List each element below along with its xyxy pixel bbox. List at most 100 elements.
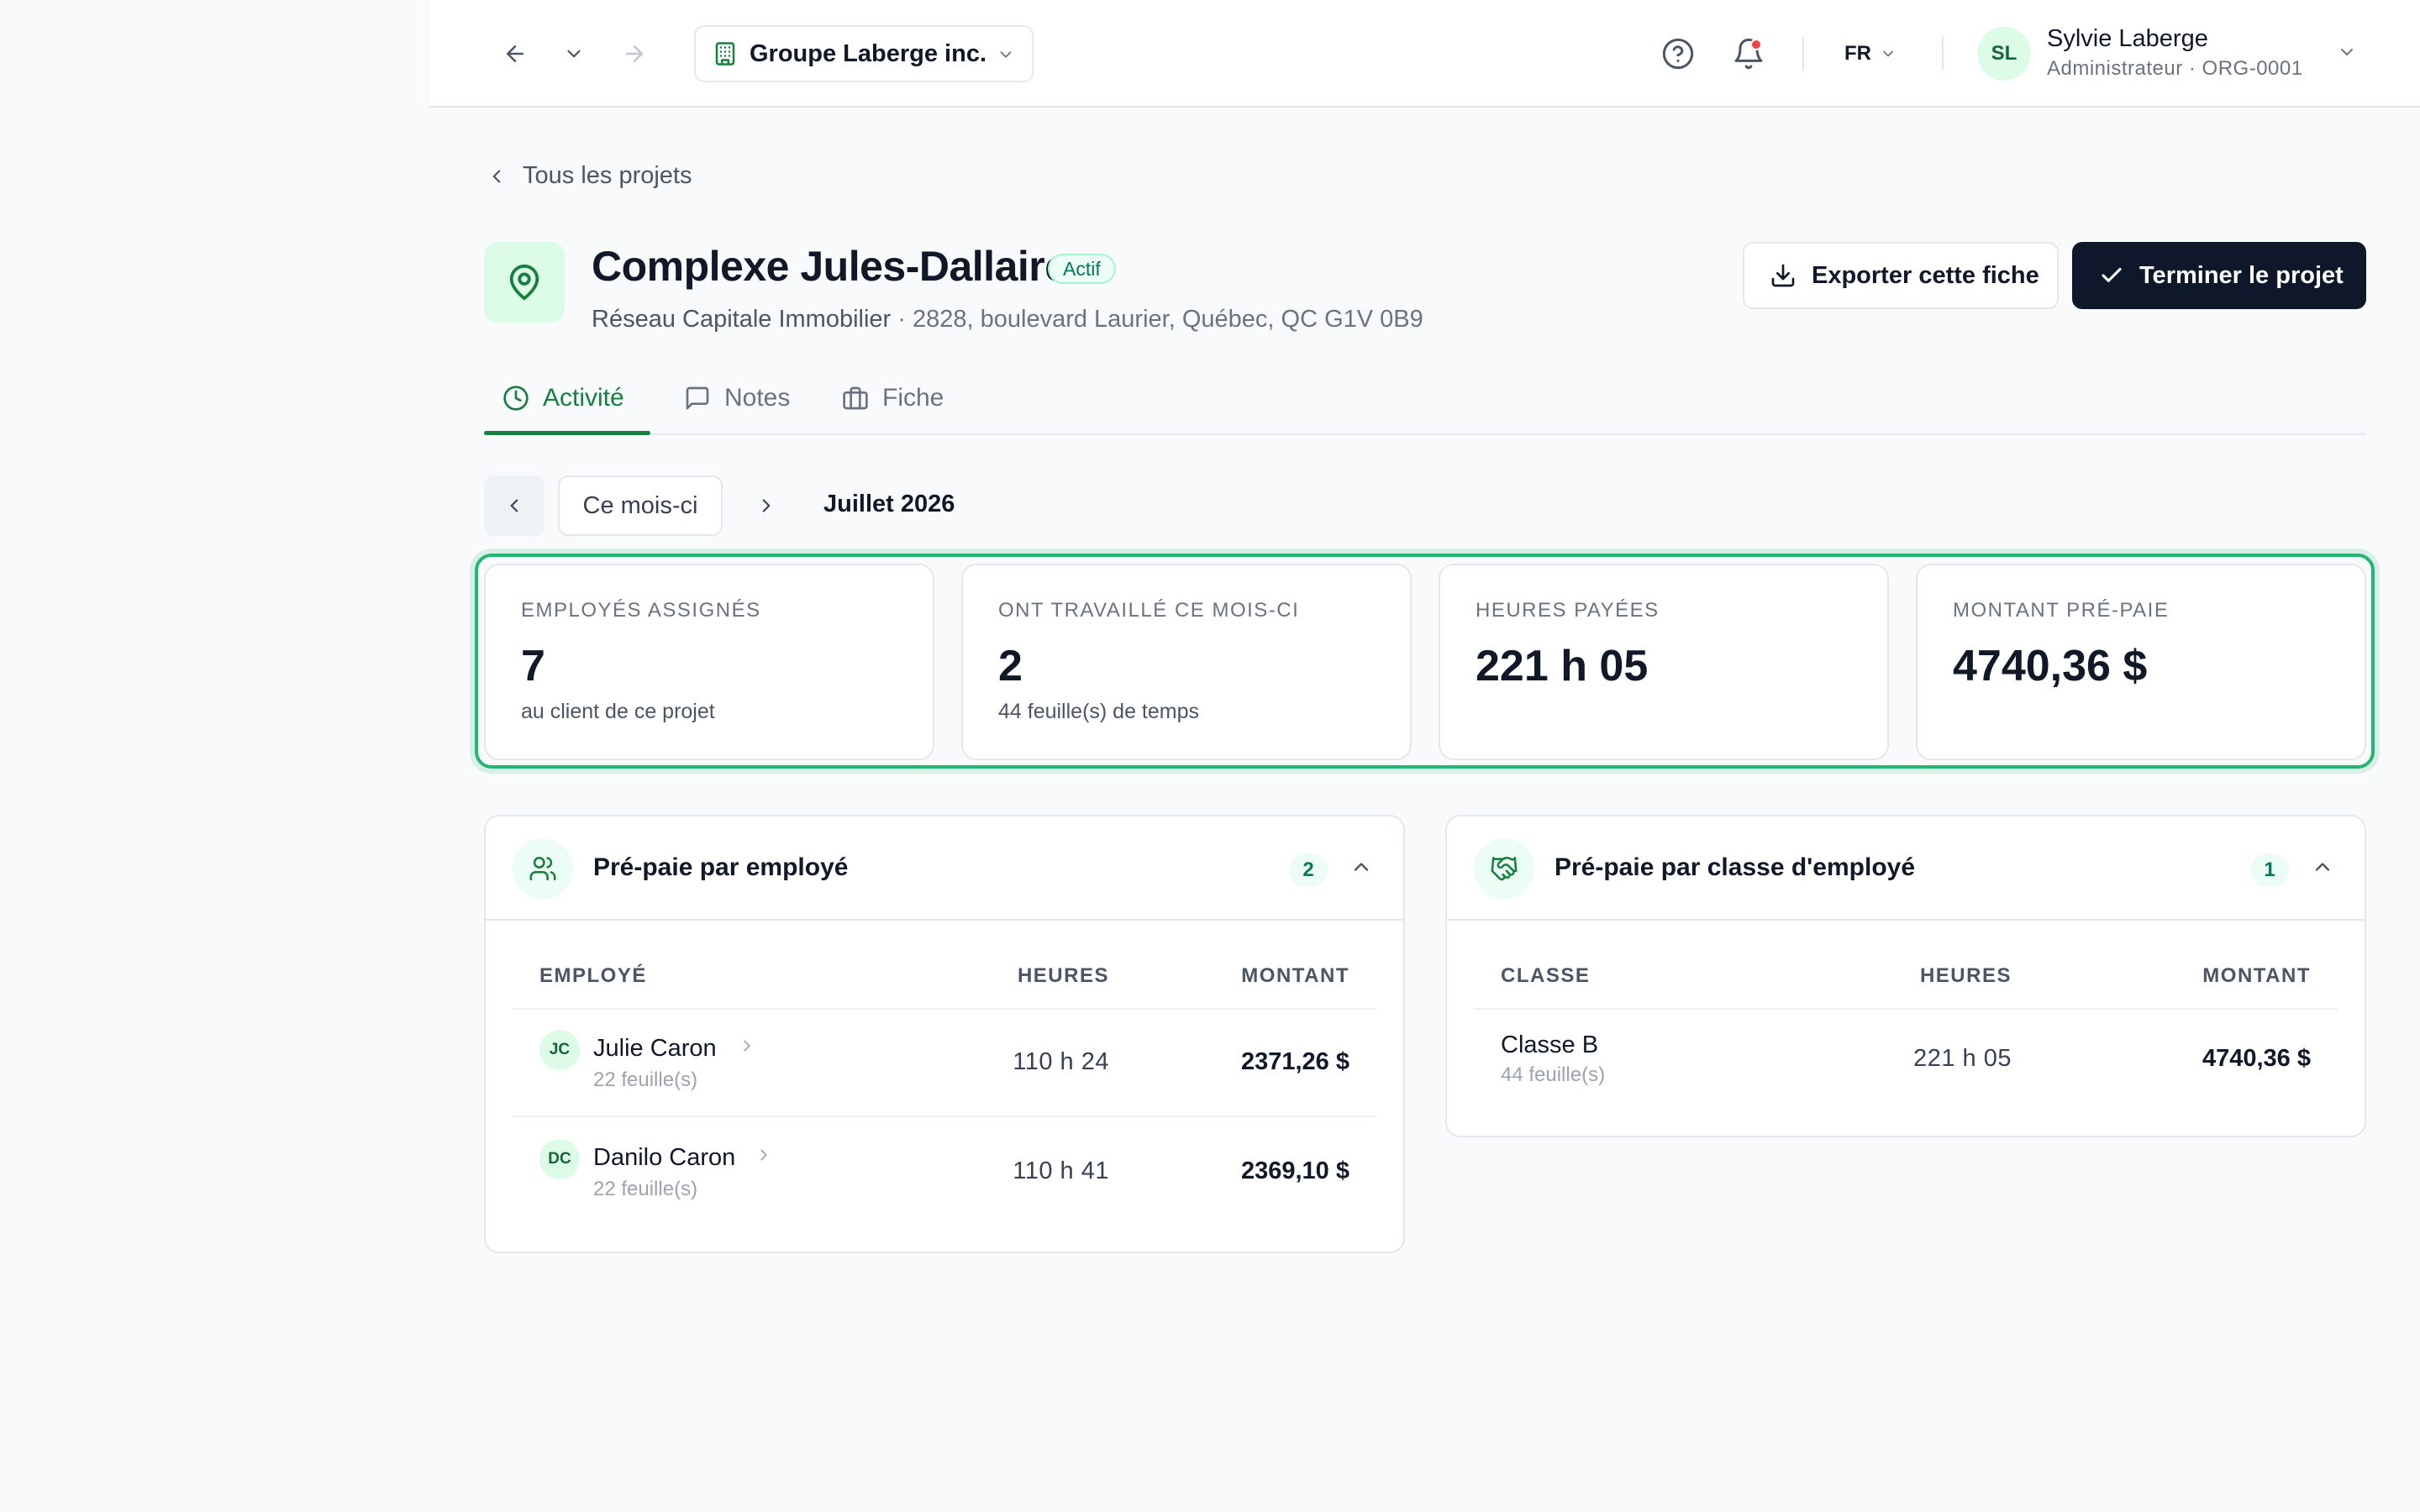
stat-card-amount: MONTANT PRÉ-PAIE 4740,36 $ (1916, 564, 2366, 760)
user-name[interactable]: Sylvie Laberge (2047, 25, 2208, 53)
employee-name[interactable]: Danilo Caron (593, 1144, 735, 1172)
avatar: DC (539, 1139, 580, 1179)
employee-name[interactable]: Julie Caron (593, 1035, 717, 1063)
stat-value: 2 (998, 642, 1023, 690)
amount-value: 2371,26 $ (1240, 1048, 1349, 1075)
stat-sub: 44 feuille(s) de temps (998, 700, 1200, 723)
hours-value: 110 h 41 (1013, 1158, 1109, 1184)
briefcase-icon (842, 385, 869, 412)
building-icon (713, 41, 738, 66)
check-icon (2099, 263, 2124, 288)
prepay-by-employee-panel: Pré-paie par employé 2 EMPLOYÉ HEURES MO… (484, 815, 1405, 1253)
sheet-count: 22 feuille(s) (593, 1068, 698, 1091)
stat-label: ONT TRAVAILLÉ CE MOIS-CI (998, 599, 1300, 622)
status-badge: Actif (1048, 254, 1116, 284)
export-button-label: Exporter cette fiche (1812, 261, 2039, 289)
organization-name: Groupe Laberge inc. (750, 39, 986, 67)
stat-card-employees: EMPLOYÉS ASSIGNÉS 7 au client de ce proj… (484, 564, 934, 760)
back-to-projects-link[interactable]: Tous les projets (486, 162, 692, 190)
organization-switcher[interactable]: Groupe Laberge inc. (694, 25, 1034, 82)
stat-value: 7 (521, 642, 545, 690)
project-subtitle: Réseau Capitale Immobilier · 2828, boule… (592, 306, 1423, 333)
amount-value: 2369,10 $ (1240, 1158, 1349, 1184)
stat-label: HEURES PAYÉES (1476, 599, 1660, 622)
user-role: Administrateur · ORG-0001 (2047, 57, 2303, 80)
active-tab-indicator (484, 431, 650, 435)
language-code: FR (1844, 42, 1871, 65)
panel-title: Pré-paie par employé (593, 853, 849, 881)
stat-value: 221 h 05 (1476, 642, 1649, 690)
tab-fiche[interactable]: Fiche (842, 361, 944, 435)
download-icon (1770, 262, 1797, 289)
column-header-amount: MONTANT (1241, 964, 1349, 987)
chevron-right-icon (755, 1146, 773, 1168)
chevron-down-icon (997, 45, 1015, 68)
current-month-button[interactable]: Ce mois-ci (558, 475, 723, 536)
user-avatar[interactable]: SL (1977, 27, 2031, 81)
history-chevron-down-icon[interactable] (557, 37, 591, 71)
month-label: Juillet 2026 (823, 491, 955, 517)
app-root: Groupe Laberge inc. FR SL Sylvie Laberge… (0, 0, 2420, 1512)
clock-icon (502, 385, 529, 412)
column-header-employee: EMPLOYÉ (539, 964, 647, 987)
chevron-left-icon (486, 165, 508, 187)
column-header-hours: HEURES (1919, 964, 2012, 987)
tab-notes[interactable]: Notes (684, 361, 790, 435)
sheet-count: 44 feuille(s) (1501, 1063, 1606, 1086)
map-pin-icon (484, 242, 565, 323)
stat-card-hours: HEURES PAYÉES 221 h 05 (1439, 564, 1889, 760)
user-menu-chevron-icon[interactable] (2337, 42, 2357, 66)
finish-project-button[interactable]: Terminer le projet (2072, 242, 2366, 309)
column-header-amount: MONTANT (2202, 964, 2311, 987)
tab-label: Activité (543, 384, 624, 412)
stat-card-worked: ONT TRAVAILLÉ CE MOIS-CI 2 44 feuille(s)… (961, 564, 1412, 760)
column-header-hours: HEURES (1017, 964, 1109, 987)
chevron-up-icon[interactable] (1349, 855, 1373, 883)
message-icon (684, 385, 711, 412)
next-month-button[interactable] (736, 475, 797, 536)
hours-value: 110 h 24 (1013, 1048, 1109, 1075)
stat-label: EMPLOYÉS ASSIGNÉS (521, 599, 761, 622)
export-button[interactable]: Exporter cette fiche (1743, 242, 2059, 309)
project-address: · 2828, boulevard Laurier, Québec, QC G1… (891, 306, 1423, 333)
chevron-right-icon (762, 499, 771, 512)
notification-dot (1750, 39, 1762, 50)
class-name: Classe B (1501, 1032, 1599, 1058)
tab-activite[interactable]: Activité (502, 361, 624, 435)
sheet-count: 22 feuille(s) (593, 1178, 698, 1200)
previous-month-button[interactable] (484, 475, 544, 536)
users-icon (513, 838, 573, 899)
help-icon[interactable] (1658, 34, 1698, 74)
back-arrow-icon[interactable] (498, 37, 532, 71)
panel-header[interactable]: Pré-paie par employé 2 (486, 816, 1403, 921)
page-title: Complexe Jules-Dallaire (592, 243, 1068, 290)
finish-button-label: Terminer le projet (2139, 261, 2344, 289)
handshake-icon (1474, 838, 1534, 899)
amount-value: 4740,36 $ (2202, 1045, 2311, 1072)
chevron-left-icon (510, 499, 518, 512)
count-badge: 1 (2250, 853, 2289, 887)
row-divider (513, 1008, 1376, 1010)
language-selector[interactable]: FR (1844, 37, 1897, 71)
panel-title: Pré-paie par classe d'employé (1555, 853, 1916, 881)
stat-label: MONTANT PRÉ-PAIE (1953, 599, 2170, 622)
column-header-class: CLASSE (1501, 964, 1591, 987)
left-gutter (0, 0, 429, 1512)
hours-value: 221 h 05 (1913, 1045, 2012, 1072)
count-badge: 2 (1289, 853, 1328, 887)
back-link-label: Tous les projets (523, 162, 692, 189)
tab-label: Notes (724, 384, 791, 412)
divider (1802, 37, 1804, 71)
row-divider (513, 1116, 1376, 1117)
stat-value: 4740,36 $ (1953, 642, 2148, 690)
forward-arrow-icon[interactable] (618, 37, 651, 71)
chevron-up-icon[interactable] (2311, 855, 2334, 883)
tab-label: Fiche (882, 384, 944, 412)
bell-icon[interactable] (1728, 34, 1769, 74)
panel-header[interactable]: Pré-paie par classe d'employé 1 (1447, 816, 2365, 921)
top-bar: Groupe Laberge inc. FR SL Sylvie Laberge… (429, 0, 2420, 108)
avatar: JC (539, 1030, 580, 1070)
prepay-by-class-panel: Pré-paie par classe d'employé 1 CLASSE H… (1445, 815, 2366, 1137)
row-divider (1474, 1008, 2338, 1010)
stat-sub: au client de ce projet (521, 700, 715, 723)
